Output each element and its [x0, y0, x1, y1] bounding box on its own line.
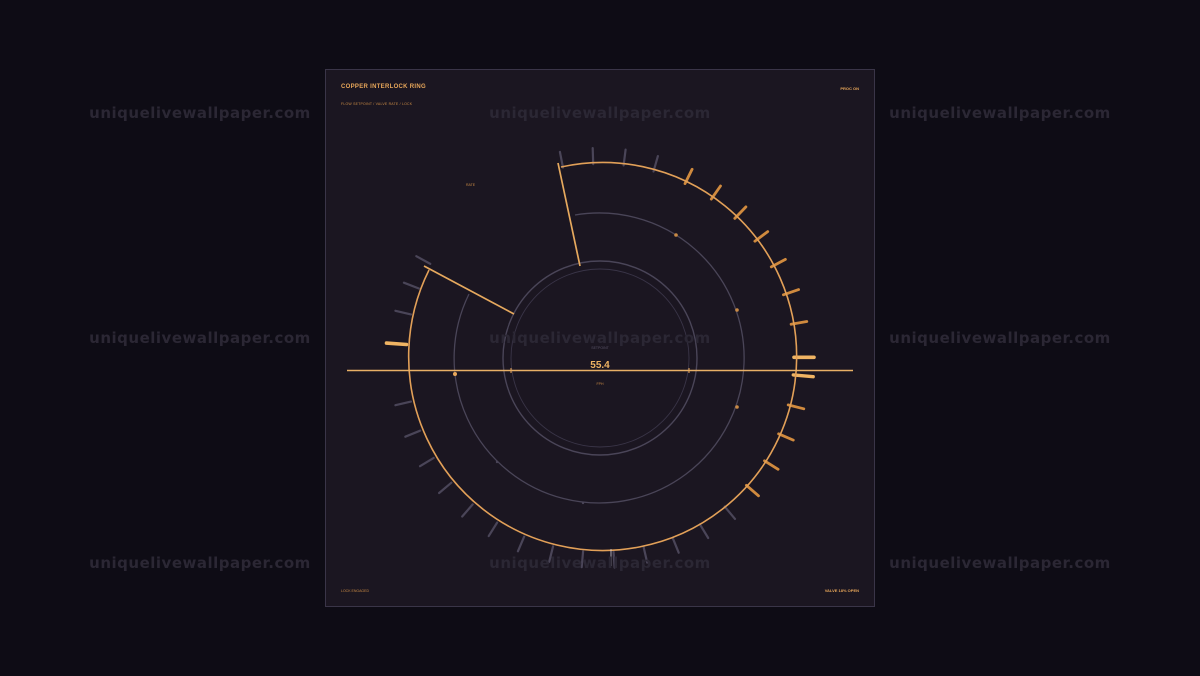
ring-tick [763, 459, 780, 471]
ring-tick [438, 481, 453, 495]
readout-value: 55.4 [590, 360, 610, 371]
outer-ring-arc [407, 161, 798, 552]
ring-tick [404, 429, 422, 438]
ring-marker-dot [735, 405, 739, 409]
ring-tick [394, 400, 413, 407]
interlock-dial: RATE SETPOINT 55.4 FPH [347, 147, 853, 569]
ring-tick [580, 550, 585, 569]
ring-marker-dot [581, 501, 585, 505]
ring-tick [394, 309, 413, 316]
ring-tick [745, 483, 760, 498]
ring-tick [558, 150, 565, 169]
ring-tick [548, 545, 555, 563]
inner-ring-secondary [510, 268, 690, 448]
ring-tick [384, 341, 409, 347]
ring-tick [461, 503, 474, 518]
ring-tick [671, 536, 680, 554]
inner-ring [502, 260, 698, 456]
outer-tick-ring [384, 147, 816, 569]
ring-marker-dot [674, 233, 678, 237]
rate-marker-label: RATE [466, 183, 476, 187]
ring-tick [418, 456, 435, 468]
ring-tick [723, 505, 737, 521]
readout-unit: FPH [597, 382, 604, 386]
ring-tick [698, 523, 710, 540]
ring-marker-dot [495, 460, 499, 464]
ring-tick [402, 281, 420, 290]
middle-ring-arc [453, 212, 745, 504]
ring-marker-dot [453, 372, 457, 376]
ring-marker-dot [735, 308, 739, 312]
sector-boundary-line [423, 265, 515, 315]
ring-tick [516, 535, 526, 553]
setpoint-caption: SETPOINT [591, 346, 609, 350]
ring-tick [487, 521, 499, 538]
ring-tick [612, 550, 616, 569]
ring-tick [415, 255, 432, 265]
ring-tick [642, 545, 649, 564]
ring-tick [591, 147, 595, 166]
